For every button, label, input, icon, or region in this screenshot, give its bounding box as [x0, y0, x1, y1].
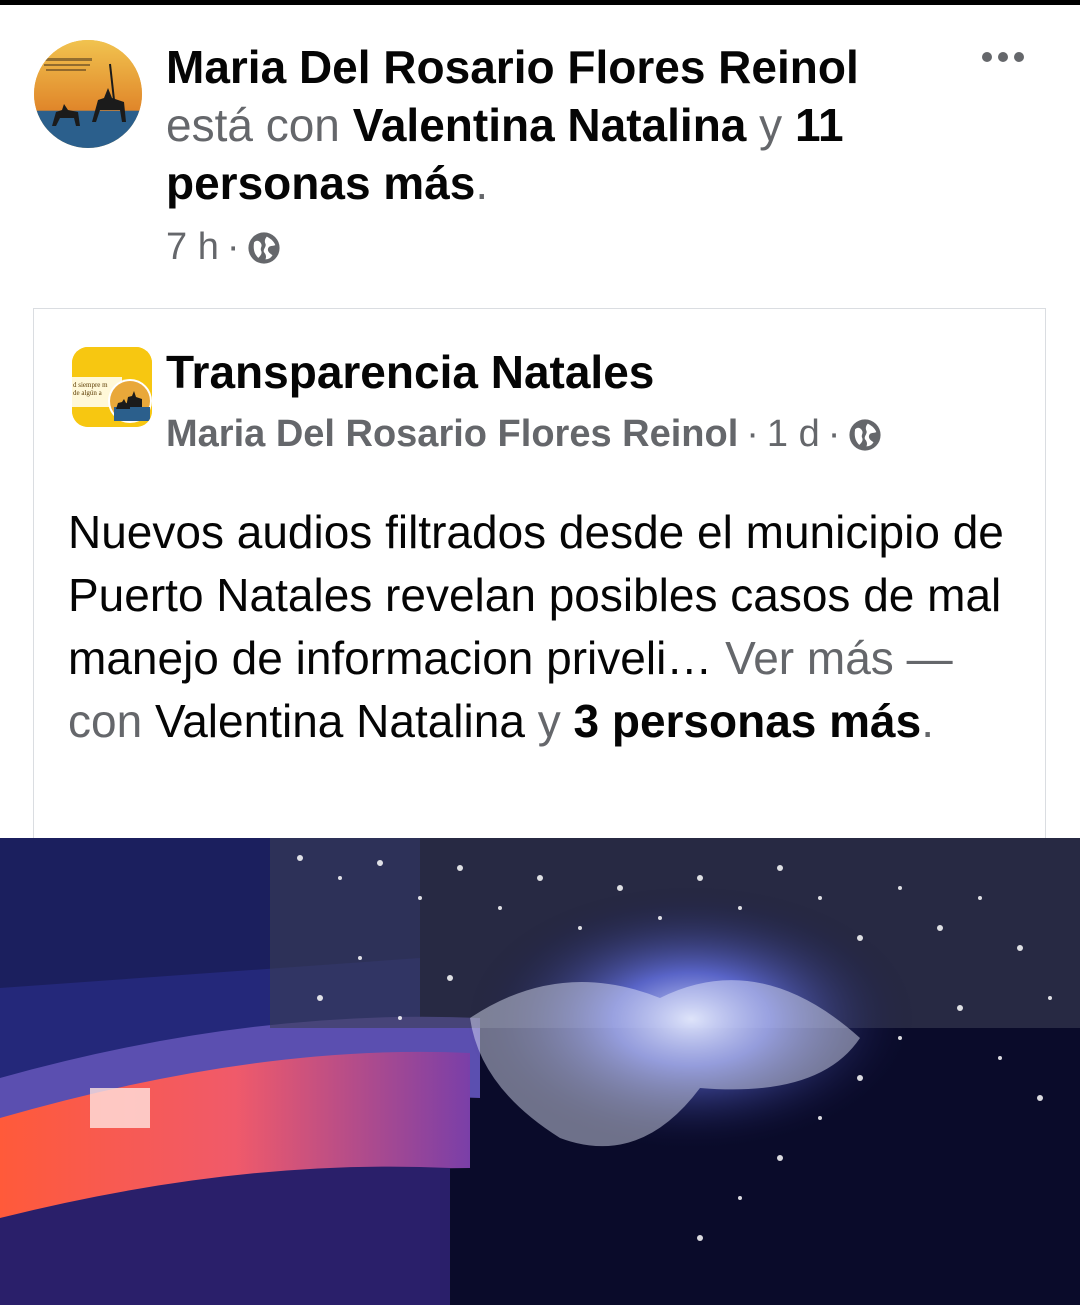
dot-icon	[998, 52, 1008, 62]
post-time[interactable]: 7 h	[166, 226, 219, 269]
top-edge	[0, 0, 1080, 5]
dot-icon	[1014, 52, 1024, 62]
with-text: está con	[166, 99, 340, 151]
dot-icon	[982, 52, 992, 62]
globe-icon	[248, 231, 281, 264]
svg-text:d siempre m: d siempre m	[73, 381, 108, 389]
shared-post-author[interactable]: Maria Del Rosario Flores Reinol	[166, 413, 738, 456]
meta-dot: ·	[226, 226, 240, 268]
shared-post-time[interactable]: 1 d	[767, 413, 820, 456]
post-meta: 7 h ·	[166, 226, 281, 269]
page-name[interactable]: Transparencia Natales	[166, 345, 654, 399]
svg-text:de algún a: de algún a	[73, 389, 103, 397]
shared-post-meta: Maria Del Rosario Flores Reinol · 1 d ·	[166, 413, 882, 456]
shared-post-card[interactable]: d siempre m de algún a Transparencia Nat…	[33, 308, 1046, 848]
page-avatar[interactable]: d siempre m de algún a	[72, 347, 152, 427]
period: .	[475, 157, 489, 209]
see-more-link[interactable]: Ver más	[725, 632, 894, 684]
tagged-person[interactable]: Valentina Natalina	[155, 695, 525, 747]
meta-dot: ·	[827, 413, 841, 455]
others-link[interactable]: 3 personas más	[573, 695, 921, 747]
period: .	[921, 695, 935, 747]
meta-dot: ·	[746, 413, 759, 455]
author-avatar[interactable]	[34, 40, 142, 148]
conjunction: y	[537, 695, 561, 747]
conjunction: y	[759, 99, 783, 151]
globe-icon	[849, 418, 881, 451]
post-header: Maria Del Rosario Flores Reinol está con…	[166, 38, 956, 212]
author-name[interactable]: Maria Del Rosario Flores Reinol	[166, 38, 956, 96]
tag-line: está con Valentina Natalina y 11 persona…	[166, 96, 956, 212]
more-options-icon[interactable]	[982, 52, 1024, 62]
shared-post-text: Nuevos audios filtrados desde el municip…	[68, 501, 1028, 753]
tagged-person[interactable]: Valentina Natalina	[353, 99, 747, 151]
video-thumbnail[interactable]	[0, 838, 1080, 1305]
